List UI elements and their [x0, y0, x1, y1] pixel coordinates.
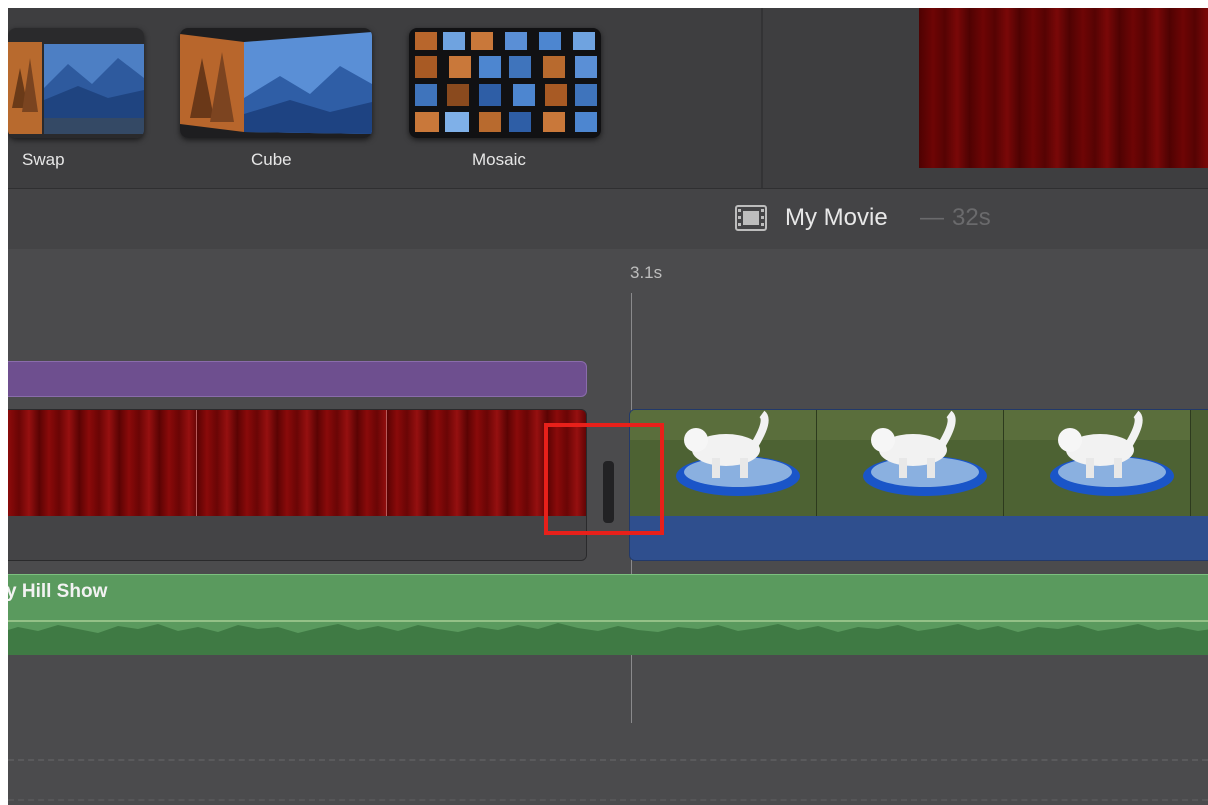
transitions-browser: Swap Cube Mosaic [8, 8, 1208, 188]
project-separator: — [920, 204, 944, 231]
audio-clip-label: y Hill Show [8, 581, 108, 602]
cube-label: Cube [251, 150, 292, 169]
swap-label: Swap [22, 150, 65, 169]
curtain-video-clip[interactable] [8, 409, 587, 561]
timeline-guide-line [8, 759, 1208, 761]
imovie-window: Swap Cube Mosaic My Movie — 32s 3.1s y H… [8, 8, 1208, 805]
background-music-clip[interactable]: y Hill Show [8, 574, 1208, 655]
project-title-bar: My Movie — 32s [8, 188, 1208, 250]
timeline[interactable]: 3.1s y Hill Show [8, 249, 1208, 805]
playhead-time-label: 3.1s [630, 263, 663, 282]
timeline-guide-line [8, 799, 1208, 801]
audio-waveform [8, 619, 1208, 655]
title-track-clip[interactable] [8, 361, 587, 397]
project-duration: 32s [952, 204, 991, 231]
viewer-preview [919, 8, 1208, 168]
dog-clip-audio-bar [630, 516, 1208, 560]
film-strip-icon [735, 205, 767, 231]
dog-frame [1191, 410, 1208, 516]
project-title: My Movie [785, 204, 888, 231]
swap-transition-thumbnail[interactable] [8, 28, 144, 138]
dog-frame [817, 410, 1004, 516]
curtain-frame [8, 410, 197, 516]
curtain-frame [197, 410, 387, 516]
viewer-divider [761, 8, 763, 188]
mosaic-transition-thumbnail[interactable] [409, 28, 601, 138]
mosaic-label: Mosaic [472, 150, 526, 169]
cube-transition-thumbnail[interactable] [180, 28, 372, 138]
dog-frame [1004, 410, 1191, 516]
highlight-annotation-box [544, 423, 664, 535]
dog-video-clip[interactable] [629, 409, 1208, 561]
curtain-clip-audio-bar [8, 516, 586, 560]
